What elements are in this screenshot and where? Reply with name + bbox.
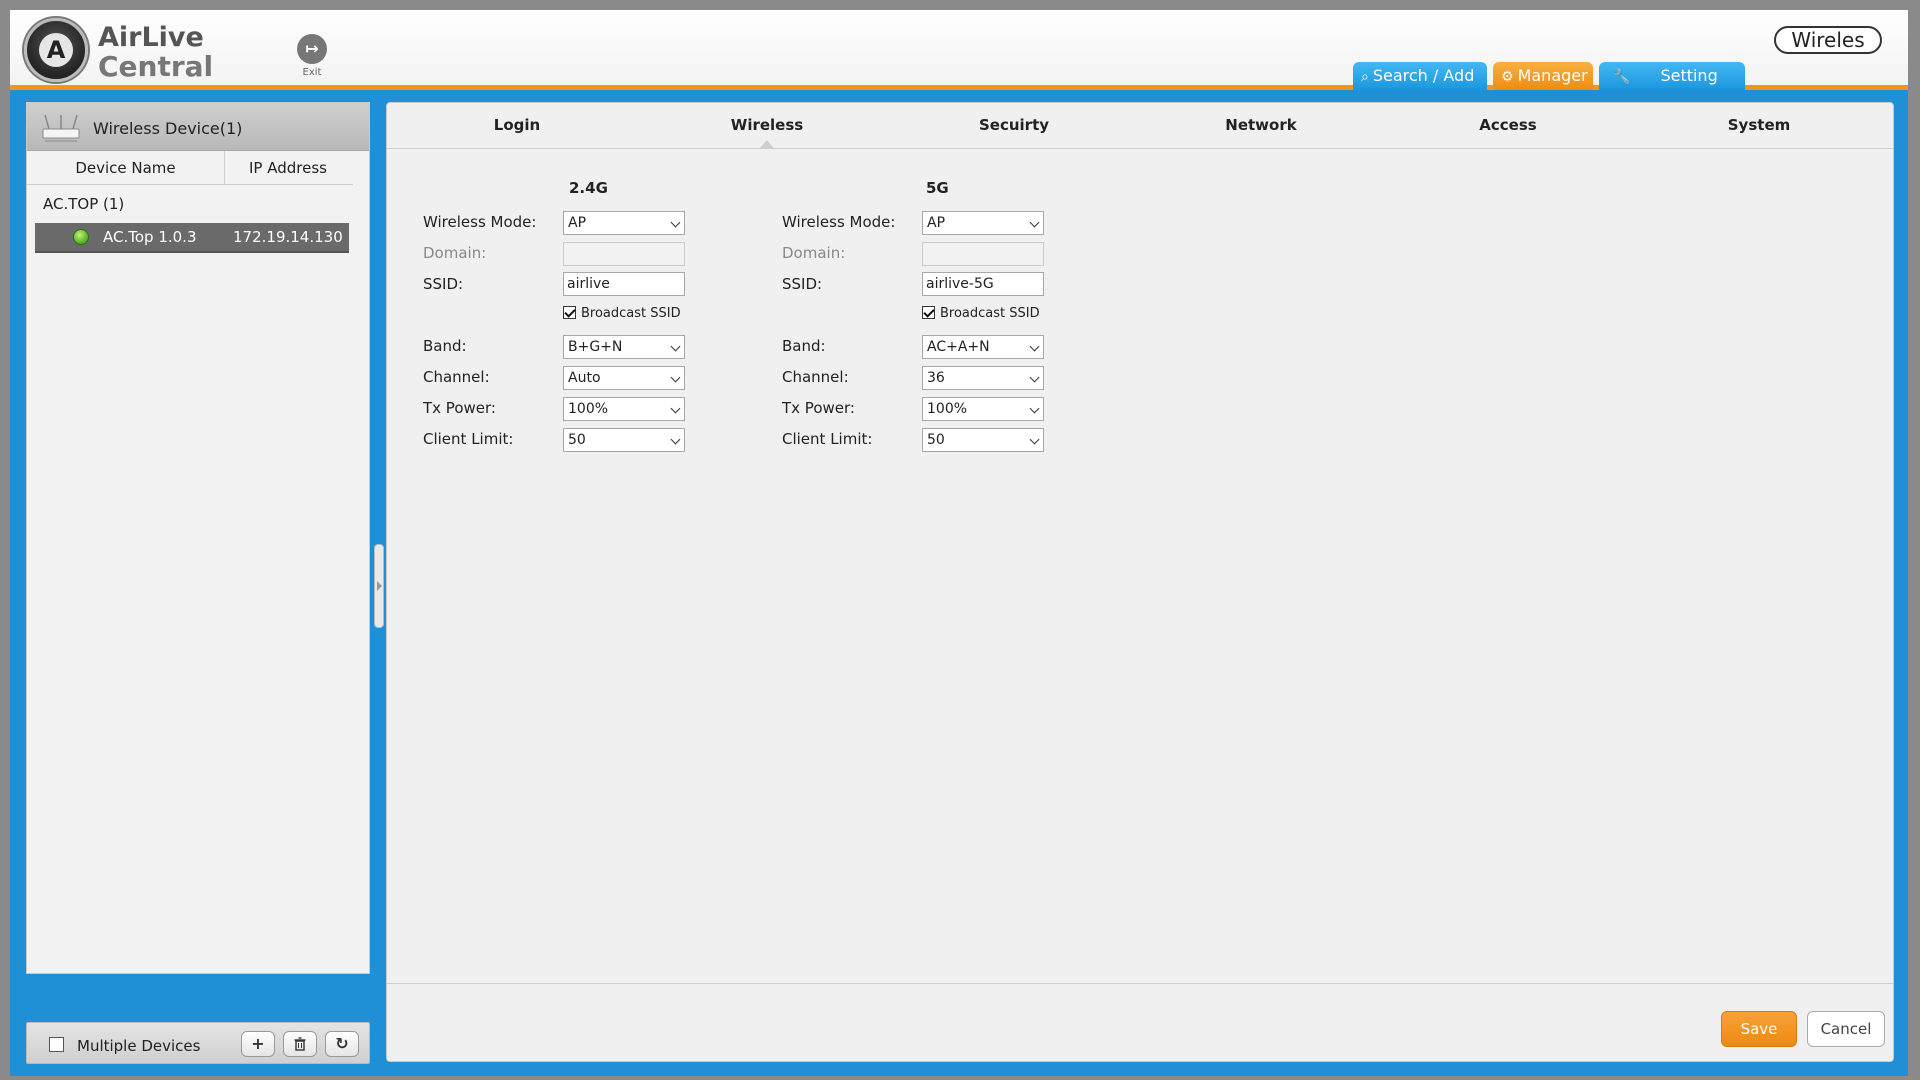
app-window: A AirLive Central ↦ Exit Wireles ⌕ Search… bbox=[10, 10, 1908, 1076]
label-domain: Domain: bbox=[423, 244, 487, 262]
label-domain: Domain: bbox=[782, 244, 846, 262]
save-button[interactable]: Save bbox=[1721, 1011, 1797, 1047]
settings-tabs: Login Wireless Secuirty Network Access S… bbox=[387, 103, 1893, 149]
gear-icon: ⚙ bbox=[1501, 69, 1514, 85]
brand-name: AirLive bbox=[98, 22, 204, 53]
multiple-devices-label: Multiple Devices bbox=[77, 1037, 201, 1055]
chevron-down-icon bbox=[670, 341, 681, 352]
exit-icon: ↦ bbox=[297, 34, 327, 64]
label-client-limit: Client Limit: bbox=[782, 430, 873, 448]
header: A AirLive Central ↦ Exit Wireles ⌕ Search… bbox=[10, 10, 1908, 90]
panel-splitter-handle[interactable] bbox=[374, 544, 384, 628]
channel-24g-select[interactable]: Auto bbox=[563, 366, 685, 390]
broadcast-ssid-5g-checkbox[interactable]: Broadcast SSID bbox=[922, 306, 1040, 321]
chevron-down-icon bbox=[670, 372, 681, 383]
channel-5g-select[interactable]: 36 bbox=[922, 366, 1044, 390]
label-wireless-mode: Wireless Mode: bbox=[423, 213, 537, 231]
nav-tab-setting[interactable]: 🔧 Setting bbox=[1599, 62, 1745, 90]
refresh-icon: ↻ bbox=[335, 1034, 349, 1053]
label-wireless-mode: Wireless Mode: bbox=[782, 213, 896, 231]
nav-tabs: ⌕ Search / Add ⚙ Manager 🔧 Setting bbox=[1353, 62, 1751, 90]
device-table-header: Device Name IP Address bbox=[27, 151, 353, 185]
sidebar-footer: Multiple Devices + ↻ bbox=[26, 1022, 370, 1064]
wireless-mode-5g-select[interactable]: AP bbox=[922, 211, 1044, 235]
tab-network[interactable]: Network bbox=[1225, 116, 1296, 134]
client-limit-24g-select[interactable]: 50 bbox=[563, 428, 685, 452]
search-icon: ⌕ bbox=[1361, 69, 1369, 85]
device-ip: 172.19.14.130 bbox=[233, 228, 343, 246]
label-band: Band: bbox=[782, 337, 826, 355]
label-channel: Channel: bbox=[782, 368, 849, 386]
ssid-24g-input[interactable]: airlive bbox=[563, 272, 685, 296]
multiple-devices-checkbox[interactable] bbox=[49, 1037, 64, 1052]
tab-system[interactable]: System bbox=[1728, 116, 1790, 134]
tab-security[interactable]: Secuirty bbox=[979, 116, 1049, 134]
band-5g-title: 5G bbox=[926, 179, 949, 197]
sidebar-title: Wireless Device(1) bbox=[93, 119, 243, 138]
band-24g-title: 2.4G bbox=[569, 179, 608, 197]
checkbox-checked-icon bbox=[563, 306, 576, 319]
domain-24g-input bbox=[563, 242, 685, 266]
top-badge: Wireles bbox=[1774, 26, 1882, 54]
device-name: AC.Top 1.0.3 bbox=[103, 228, 197, 246]
refresh-button[interactable]: ↻ bbox=[325, 1031, 359, 1057]
wireless-mode-24g-select[interactable]: AP bbox=[563, 211, 685, 235]
nav-tab-manager[interactable]: ⚙ Manager bbox=[1493, 62, 1593, 90]
chevron-down-icon bbox=[670, 403, 681, 414]
airlive-logo-icon: A bbox=[24, 18, 88, 82]
wrench-icon: 🔧 bbox=[1613, 69, 1631, 85]
brand-subname: Central bbox=[98, 50, 214, 83]
tx-power-24g-select[interactable]: 100% bbox=[563, 397, 685, 421]
cancel-button[interactable]: Cancel bbox=[1807, 1011, 1885, 1047]
chevron-down-icon bbox=[1029, 341, 1040, 352]
band-5g-select[interactable]: AC+A+N bbox=[922, 335, 1044, 359]
delete-device-button[interactable] bbox=[283, 1031, 317, 1057]
label-client-limit: Client Limit: bbox=[423, 430, 514, 448]
ssid-5g-input[interactable]: airlive-5G bbox=[922, 272, 1044, 296]
label-tx-power: Tx Power: bbox=[423, 399, 496, 417]
band-24g-select[interactable]: B+G+N bbox=[563, 335, 685, 359]
domain-5g-input bbox=[922, 242, 1044, 266]
chevron-down-icon bbox=[670, 217, 681, 228]
footer-divider bbox=[387, 983, 1893, 984]
exit-label: Exit bbox=[302, 67, 322, 78]
chevron-down-icon bbox=[670, 434, 681, 445]
tab-access[interactable]: Access bbox=[1479, 116, 1536, 134]
tab-login[interactable]: Login bbox=[494, 116, 540, 134]
nav-tab-search-add[interactable]: ⌕ Search / Add bbox=[1353, 62, 1487, 90]
chevron-down-icon bbox=[1029, 372, 1040, 383]
label-ssid: SSID: bbox=[782, 275, 823, 293]
chevron-down-icon bbox=[1029, 217, 1040, 228]
broadcast-ssid-24g-checkbox[interactable]: Broadcast SSID bbox=[563, 306, 681, 321]
online-status-icon bbox=[73, 229, 89, 245]
tab-wireless[interactable]: Wireless bbox=[731, 116, 803, 148]
plus-icon: + bbox=[251, 1034, 265, 1053]
add-device-button[interactable]: + bbox=[241, 1031, 275, 1057]
column-ip-address[interactable]: IP Address bbox=[225, 151, 351, 184]
label-ssid: SSID: bbox=[423, 275, 464, 293]
tx-power-5g-select[interactable]: 100% bbox=[922, 397, 1044, 421]
device-row[interactable]: AC.Top 1.0.3 172.19.14.130 bbox=[35, 223, 349, 253]
label-tx-power: Tx Power: bbox=[782, 399, 855, 417]
client-limit-5g-select[interactable]: 50 bbox=[922, 428, 1044, 452]
checkbox-checked-icon bbox=[922, 306, 935, 319]
settings-panel: Login Wireless Secuirty Network Access S… bbox=[386, 102, 1894, 1062]
label-band: Band: bbox=[423, 337, 467, 355]
router-icon bbox=[42, 114, 80, 142]
chevron-down-icon bbox=[1029, 403, 1040, 414]
exit-button[interactable]: ↦ Exit bbox=[292, 34, 332, 84]
device-sidebar: Wireless Device(1) Device Name IP Addres… bbox=[26, 102, 370, 974]
chevron-down-icon bbox=[1029, 434, 1040, 445]
trash-icon bbox=[294, 1037, 306, 1051]
device-group[interactable]: AC.TOP (1) bbox=[27, 185, 369, 219]
active-tab-caret-icon bbox=[760, 140, 774, 148]
sidebar-header: Wireless Device(1) bbox=[27, 103, 369, 151]
label-channel: Channel: bbox=[423, 368, 490, 386]
column-device-name[interactable]: Device Name bbox=[27, 151, 225, 184]
